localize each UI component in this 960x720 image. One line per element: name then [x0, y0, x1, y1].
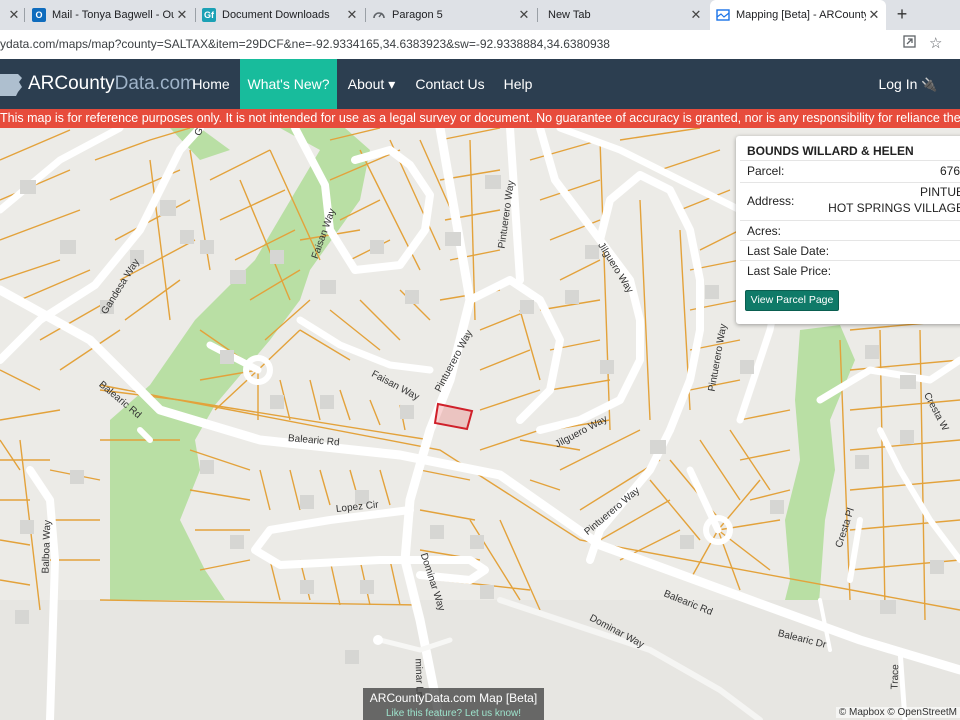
tab-title: Mail - Tonya Bagwell - Outl: [52, 9, 174, 21]
nav-home[interactable]: Home: [183, 59, 239, 109]
tab-mail[interactable]: O Mail - Tonya Bagwell - Outl ✕: [26, 0, 194, 30]
parcel-row: Parcel: 676-: [740, 160, 960, 183]
acres-row: Acres:: [740, 220, 960, 241]
address-line1: PINTUE: [919, 185, 960, 199]
close-icon[interactable]: ✕: [344, 7, 360, 23]
close-icon[interactable]: ✕: [688, 7, 704, 23]
parcel-value: 676-: [939, 164, 960, 178]
close-icon[interactable]: ✕: [516, 7, 532, 23]
green-park-area: [110, 128, 370, 625]
install-icon[interactable]: [903, 35, 916, 51]
site-navbar: ARCountyData.com Home What's New? About …: [0, 59, 960, 109]
nav-about-dropdown[interactable]: About ▾: [338, 59, 405, 109]
sale-date-row: Last Sale Date:: [740, 240, 960, 261]
selected-parcel[interactable]: [433, 402, 474, 431]
tab-title: Document Downloads: [222, 9, 330, 21]
gf-icon: Gf: [202, 8, 216, 22]
tab-partial[interactable]: ✕: [0, 0, 24, 30]
nav-contact-us[interactable]: Contact Us: [406, 59, 494, 109]
bookmark-star-icon[interactable]: ☆: [929, 34, 942, 52]
close-icon[interactable]: ✕: [174, 7, 190, 23]
gauge-icon: [372, 8, 386, 22]
outlook-icon: O: [32, 8, 46, 22]
street-label: Trace: [889, 664, 902, 690]
tab-title: Mapping [Beta] - ARCounty: [736, 9, 866, 21]
view-parcel-page-button[interactable]: View Parcel Page: [745, 290, 839, 311]
browser-tab-bar: ✕ O Mail - Tonya Bagwell - Outl ✕ Gf Doc…: [0, 0, 960, 30]
address-row: Address: PINTUE HOT SPRINGS VILLAGE: [740, 182, 960, 221]
nav-help[interactable]: Help: [495, 59, 541, 109]
map-info-overlay: ARCountyData.com Map [Beta] Like this fe…: [363, 688, 544, 720]
brand-logo[interactable]: ARCountyData.com: [0, 59, 196, 109]
owner-name: BOUNDS WILLARD & HELEN: [747, 144, 914, 158]
map-tab-icon: [716, 8, 730, 22]
disclaimer-banner: This map is for reference purposes only.…: [0, 109, 960, 128]
tab-document-downloads[interactable]: Gf Document Downloads ✕: [196, 0, 364, 30]
nav-whats-new[interactable]: What's New?: [240, 59, 337, 109]
close-icon[interactable]: ✕: [6, 7, 22, 23]
tab-paragon[interactable]: Paragon 5 ✕: [366, 0, 536, 30]
map-attribution[interactable]: © Mapbox © OpenStreetM: [835, 707, 960, 718]
sale-price-row: Last Sale Price:: [740, 260, 960, 283]
street-label: Balboa Way: [40, 519, 54, 574]
map-overlay-title: ARCountyData.com Map [Beta]: [369, 691, 538, 705]
tab-mapping-active[interactable]: Mapping [Beta] - ARCounty ✕: [710, 0, 886, 30]
address-bar: ydata.com/maps/map?county=SALTAX&item=29…: [0, 30, 960, 60]
close-icon[interactable]: ✕: [866, 7, 882, 23]
tab-title: Paragon 5: [392, 9, 443, 21]
tab-new-tab[interactable]: New Tab ✕: [538, 0, 708, 30]
tab-title: New Tab: [548, 9, 591, 21]
url-field[interactable]: ydata.com/maps/map?county=SALTAX&item=29…: [0, 37, 610, 51]
new-tab-button[interactable]: +: [892, 5, 912, 25]
feedback-link[interactable]: Like this feature? Let us know!: [363, 708, 544, 719]
arkansas-state-icon: [0, 74, 22, 96]
address-line2: HOT SPRINGS VILLAGE: [828, 201, 960, 215]
plug-icon: 🔌: [921, 77, 938, 92]
brand-name: ARCountyData.com: [28, 73, 196, 94]
login-link[interactable]: Log In 🔌: [868, 59, 948, 109]
